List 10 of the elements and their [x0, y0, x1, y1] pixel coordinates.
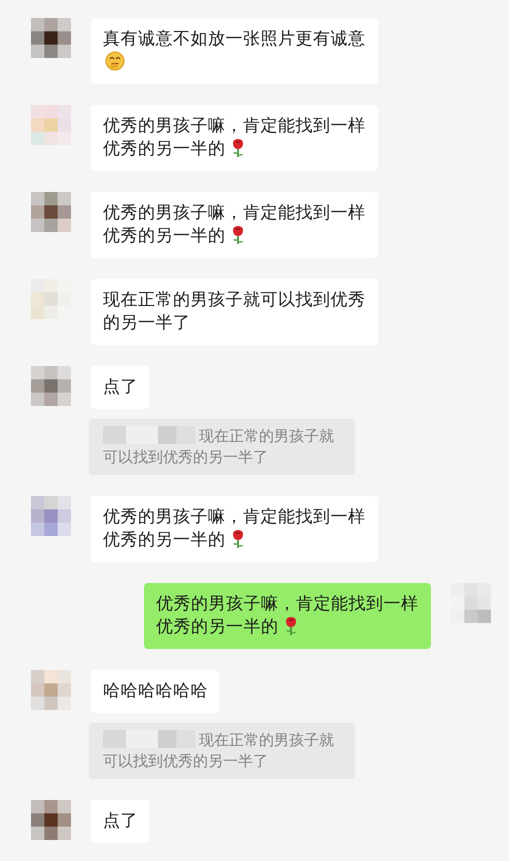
message-bubble[interactable]: 哈哈哈哈哈哈 — [91, 670, 219, 713]
message-bubble[interactable]: 现在正常的男孩子就可以找到优秀的另一半了 — [91, 279, 378, 345]
smiley-icon — [105, 51, 125, 71]
message-bubble[interactable]: 点了 — [91, 366, 149, 409]
message-bubble[interactable]: 优秀的男孩子嘛，肯定能找到一样优秀的另一半的 — [91, 192, 378, 258]
message-bubble[interactable]: 优秀的男孩子嘛，肯定能找到一样优秀的另一半的 — [144, 583, 431, 649]
message-bubble[interactable]: 优秀的男孩子嘛，肯定能找到一样优秀的另一半的 — [91, 496, 378, 562]
message-bubble[interactable]: 优秀的男孩子嘛，肯定能找到一样优秀的另一半的 — [91, 105, 378, 171]
message-bubble[interactable]: 点了 — [91, 800, 149, 843]
message-bubble[interactable]: 真有诚意不如放一张照片更有诚意 — [91, 18, 378, 84]
